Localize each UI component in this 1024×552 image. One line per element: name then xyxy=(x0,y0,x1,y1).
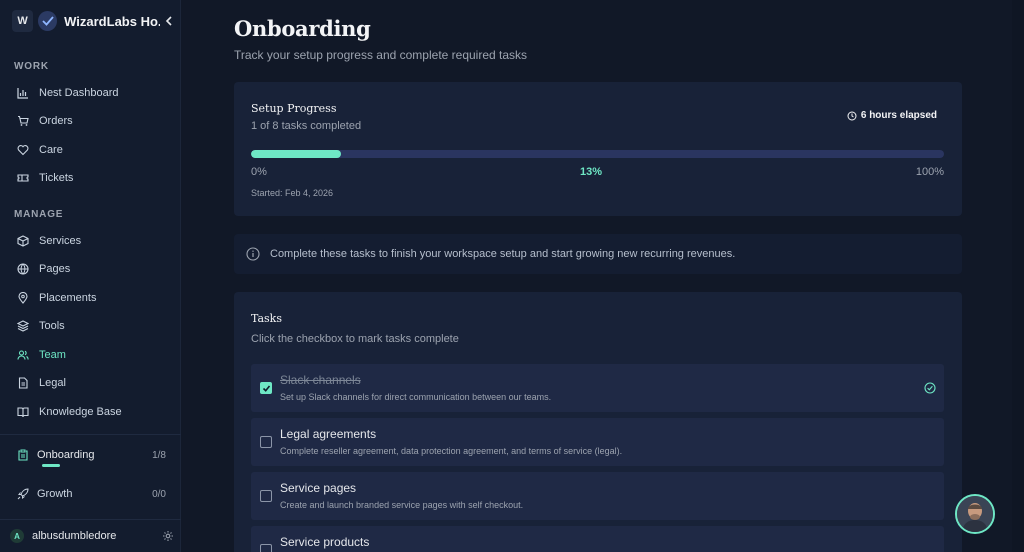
task-title: Service products xyxy=(280,535,370,549)
info-text: Complete these tasks to finish your work… xyxy=(270,248,736,260)
elapsed-label: 6 hours elapsed xyxy=(860,110,937,121)
sidebar-item-label: Legal xyxy=(39,377,66,389)
task-checkbox[interactable] xyxy=(260,490,272,502)
sidebar-item-label: Nest Dashboard xyxy=(39,87,119,99)
started-date: Started: Feb 4, 2026 xyxy=(251,188,334,198)
sidebar-item-label: Pages xyxy=(39,263,71,275)
sidebar-item-onboarding[interactable]: Onboarding 1/8 xyxy=(8,446,172,480)
sidebar-item-label: Knowledge Base xyxy=(39,406,122,418)
gear-icon[interactable] xyxy=(162,530,174,542)
growth-count: 0/0 xyxy=(152,488,166,500)
check-icon xyxy=(262,384,270,392)
setup-progress-bar xyxy=(251,150,944,158)
task-title: Slack channels xyxy=(280,373,361,387)
sidebar-divider xyxy=(0,519,181,520)
heart-icon xyxy=(16,144,29,157)
progress-min-label: 0% xyxy=(251,166,267,178)
sidebar-item-label: Care xyxy=(39,144,63,156)
task-checkbox[interactable] xyxy=(260,382,272,394)
task-description: Complete reseller agreement, data protec… xyxy=(280,446,623,456)
layers-icon xyxy=(16,320,29,333)
clipboard-icon xyxy=(16,449,29,462)
task-description: Set up Slack channels for direct communi… xyxy=(280,392,552,402)
sidebar-item-label: Onboarding xyxy=(37,449,95,461)
clock-icon xyxy=(847,111,857,121)
sidebar-item-label: Placements xyxy=(39,292,97,304)
sidebar-item-services[interactable]: Services xyxy=(8,229,172,253)
sidebar-item-tools[interactable]: Tools xyxy=(8,314,172,338)
tasks-subtitle: Click the checkbox to mark tasks complet… xyxy=(251,333,459,345)
map-pin-icon xyxy=(16,292,29,305)
book-icon xyxy=(16,406,29,419)
section-label-manage: MANAGE xyxy=(14,209,64,220)
task-description: Create and launch branded service pages … xyxy=(280,500,524,510)
sidebar-divider xyxy=(0,434,181,435)
collapse-sidebar-icon[interactable] xyxy=(163,14,176,28)
progress-percent-label: 13% xyxy=(580,166,603,178)
workspace-avatar: W xyxy=(12,10,34,32)
sidebar-item-label: Services xyxy=(39,235,82,247)
tasks-title: Tasks xyxy=(251,312,282,325)
users-icon xyxy=(16,349,29,362)
sidebar-item-orders[interactable]: Orders xyxy=(8,109,172,133)
sidebar-item-legal[interactable]: Legal xyxy=(8,371,172,395)
info-banner: Complete these tasks to finish your work… xyxy=(234,234,962,274)
document-icon xyxy=(16,377,29,390)
section-label-work: WORK xyxy=(14,61,49,72)
workspace-name: WizardLabs Ho... xyxy=(64,13,160,29)
sidebar-item-placements[interactable]: Placements xyxy=(8,286,172,310)
setup-progress-title: Setup Progress xyxy=(251,102,337,115)
ticket-icon xyxy=(16,172,29,185)
task-title: Legal agreements xyxy=(280,427,377,441)
sidebar-item-nest-dashboard[interactable]: Nest Dashboard xyxy=(8,81,172,105)
task-checkbox[interactable] xyxy=(260,436,272,448)
chart-bars-icon xyxy=(16,87,29,100)
sidebar-item-label: Orders xyxy=(39,115,73,127)
info-icon xyxy=(246,247,260,261)
user-menu[interactable]: A albusdumbledore xyxy=(10,527,174,545)
sidebar-item-knowledge-base[interactable]: Knowledge Base xyxy=(8,400,172,424)
rocket-icon xyxy=(16,488,29,501)
task-item[interactable]: Legal agreements Complete reseller agree… xyxy=(251,418,944,466)
sidebar: W WizardLabs Ho... WORK Nest Dashboard O… xyxy=(0,0,181,552)
support-avatar-icon xyxy=(957,496,993,532)
task-title: Service pages xyxy=(280,481,357,495)
cart-icon xyxy=(16,115,29,128)
setup-progress-summary: 1 of 8 tasks completed xyxy=(251,120,362,132)
sidebar-item-pages[interactable]: Pages xyxy=(8,257,172,281)
page-title: Onboarding xyxy=(234,16,371,41)
task-item[interactable]: Slack channels Set up Slack channels for… xyxy=(251,364,944,412)
user-name: albusdumbledore xyxy=(32,530,117,542)
task-item[interactable]: Service products xyxy=(251,526,944,552)
onboarding-count: 1/8 xyxy=(152,449,166,461)
check-circle-icon xyxy=(924,382,936,394)
sidebar-item-label: Tickets xyxy=(39,172,74,184)
scrollbar[interactable] xyxy=(1012,0,1024,552)
sidebar-item-label: Growth xyxy=(37,488,73,500)
cube-icon xyxy=(16,235,29,248)
sidebar-item-team[interactable]: Team xyxy=(8,343,172,367)
main-content: Onboarding Track your setup progress and… xyxy=(182,0,1012,552)
avatar: A xyxy=(10,529,24,543)
sidebar-item-growth[interactable]: Growth 0/0 xyxy=(8,485,172,519)
task-item[interactable]: Service pages Create and launch branded … xyxy=(251,472,944,520)
elapsed-time: 6 hours elapsed xyxy=(847,110,937,121)
globe-icon xyxy=(16,263,29,276)
progress-max-label: 100% xyxy=(915,166,944,178)
tasks-card: Tasks Click the checkbox to mark tasks c… xyxy=(234,292,962,552)
sidebar-item-label: Team xyxy=(39,349,66,361)
sidebar-item-tickets[interactable]: Tickets xyxy=(8,166,172,190)
page-subtitle: Track your setup progress and complete r… xyxy=(234,48,528,62)
workspace-switcher[interactable]: W WizardLabs Ho... xyxy=(12,10,176,32)
setup-progress-card: Setup Progress 1 of 8 tasks completed 6 … xyxy=(234,82,962,216)
support-chat-button[interactable] xyxy=(955,494,995,534)
sidebar-item-care[interactable]: Care xyxy=(8,138,172,162)
workspace-logo-icon xyxy=(38,11,58,31)
sidebar-item-label: Tools xyxy=(39,320,65,332)
task-checkbox[interactable] xyxy=(260,544,272,552)
onboarding-progress-bar xyxy=(42,464,60,467)
